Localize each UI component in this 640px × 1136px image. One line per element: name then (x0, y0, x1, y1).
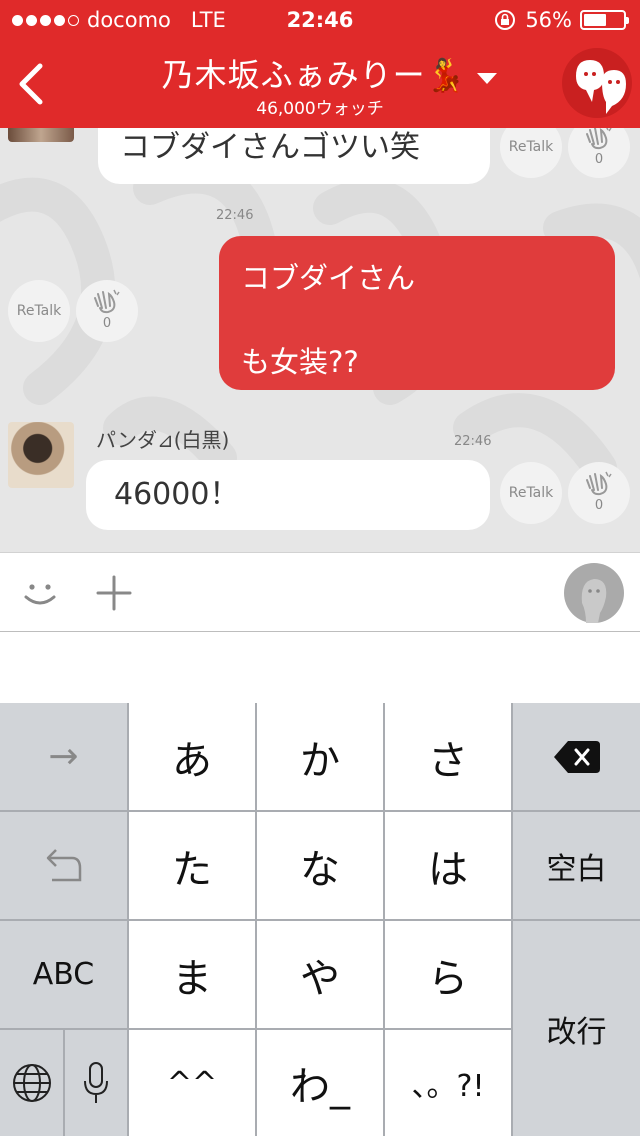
message-input[interactable] (0, 632, 640, 704)
key-abc[interactable]: ABC (0, 921, 127, 1028)
key-return[interactable]: 改行 (513, 921, 640, 1136)
key-ha[interactable]: は (385, 812, 511, 919)
key-globe[interactable] (0, 1030, 63, 1136)
retalk-button[interactable]: ReTalk (8, 280, 70, 342)
key-ra[interactable]: ら (385, 921, 511, 1028)
room-title[interactable]: 乃木坂ふぁみりー💃 (120, 50, 540, 96)
key-ya[interactable]: や (257, 921, 383, 1028)
key-emoticon[interactable]: ^^ (129, 1030, 255, 1136)
sender-name: パンダ⊿(白黒) (96, 428, 230, 452)
key-next-candidate[interactable]: → (0, 703, 127, 810)
key-undo[interactable] (0, 812, 127, 919)
battery-icon (580, 10, 629, 30)
emoji-icon[interactable] (20, 573, 60, 613)
room-members-icon[interactable] (562, 48, 632, 118)
key-delete[interactable] (513, 703, 640, 810)
retalk-button[interactable]: ReTalk (500, 462, 562, 524)
rotation-lock-icon (495, 10, 516, 30)
dropdown-caret-icon[interactable] (476, 56, 498, 94)
undo-icon (46, 848, 81, 881)
key-a[interactable]: あ (129, 703, 255, 810)
add-attachment-icon[interactable] (94, 573, 134, 613)
chat-area[interactable]: コブダイさんゴツい笑 ReTalk 0 22:46 コブダイさん も女装?? R… (0, 128, 640, 552)
key-na[interactable]: な (257, 812, 383, 919)
battery-percent: 56% (525, 8, 572, 32)
key-wa[interactable]: わ_ (257, 1030, 383, 1136)
message-bubble[interactable]: コブダイさんゴツい笑 (98, 128, 490, 184)
key-ma[interactable]: ま (129, 921, 255, 1028)
clap-icon (586, 471, 612, 496)
message-timestamp: 22:46 (454, 434, 492, 449)
key-ta[interactable]: た (129, 812, 255, 919)
message-timestamp: 22:46 (216, 208, 254, 223)
user-avatar[interactable] (8, 128, 74, 142)
globe-icon (12, 1064, 51, 1102)
key-space[interactable]: 空白 (513, 812, 640, 919)
key-ka[interactable]: か (257, 703, 383, 810)
microphone-icon (84, 1062, 108, 1103)
input-toolbar (0, 552, 640, 632)
clap-button[interactable]: 0 (568, 462, 630, 524)
user-avatar[interactable] (8, 422, 74, 488)
key-dictation[interactable] (65, 1030, 127, 1136)
key-sa[interactable]: さ (385, 703, 511, 810)
key-punctuation[interactable]: 、。?! (385, 1030, 511, 1136)
clap-button[interactable]: 0 (76, 280, 138, 342)
watch-count: 46,000ウォッチ (256, 99, 384, 119)
back-chevron-icon[interactable] (14, 62, 48, 106)
status-bar: docomo LTE 22:46 56% (0, 0, 640, 40)
message-bubble[interactable]: 46000！ (86, 460, 490, 530)
japanese-flick-keyboard: → あ か さ た な は 空白 ABC ま や ら 改行 ^^ わ_ 、。?! (0, 703, 640, 1136)
profile-avatar-icon[interactable] (564, 563, 624, 623)
delete-icon (553, 740, 600, 773)
clap-icon (586, 128, 612, 150)
clap-icon (94, 289, 120, 314)
message-bubble-outgoing[interactable]: コブダイさん も女装?? (219, 236, 615, 390)
app-header: docomo LTE 22:46 56% 乃木坂ふぁみりー💃 46,000ウォッ… (0, 0, 640, 128)
